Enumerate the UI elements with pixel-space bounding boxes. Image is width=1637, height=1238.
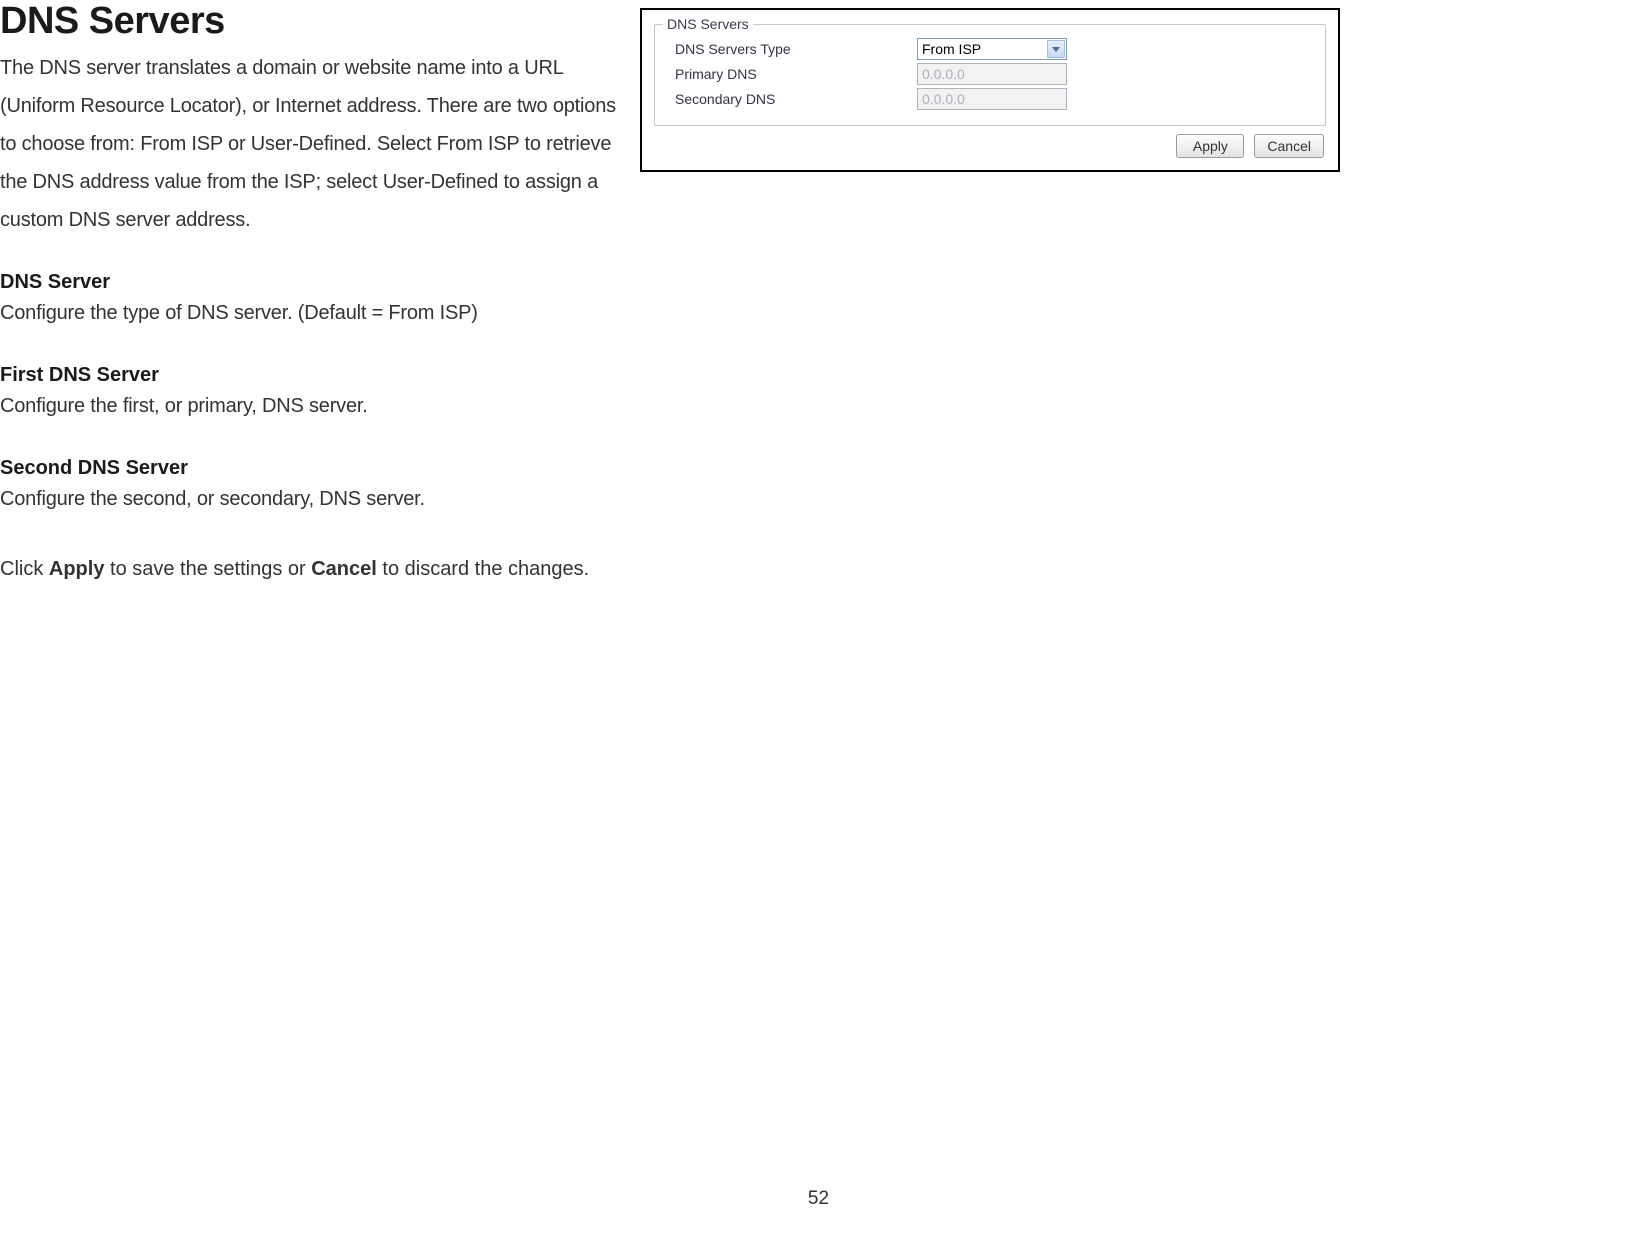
label-secondary-dns: Secondary DNS [667, 91, 917, 107]
section-heading-dns-server: DNS Server [0, 271, 620, 294]
section-body-second-dns: Configure the second, or secondary, DNS … [0, 480, 620, 518]
button-row: Apply Cancel [654, 134, 1326, 158]
footer-apply-word: Apply [49, 558, 105, 580]
footer-instruction: Click Apply to save the settings or Canc… [0, 550, 620, 588]
secondary-dns-input[interactable]: 0.0.0.0 [917, 88, 1067, 110]
intro-paragraph: The DNS server translates a domain or we… [0, 49, 620, 239]
section-heading-second-dns: Second DNS Server [0, 457, 620, 480]
fieldset-legend: DNS Servers [663, 16, 753, 32]
section-heading-first-dns: First DNS Server [0, 364, 620, 387]
dns-settings-panel: DNS Servers DNS Servers Type From ISP Pr… [640, 8, 1340, 172]
section-body-first-dns: Configure the first, or primary, DNS ser… [0, 387, 620, 425]
apply-button[interactable]: Apply [1176, 134, 1244, 158]
dns-servers-type-select[interactable]: From ISP [917, 38, 1067, 60]
footer-cancel-word: Cancel [311, 558, 377, 580]
secondary-dns-value: 0.0.0.0 [922, 91, 965, 107]
cancel-button[interactable]: Cancel [1254, 134, 1324, 158]
chevron-down-icon [1047, 40, 1065, 58]
label-primary-dns: Primary DNS [667, 66, 917, 82]
section-body-dns-server: Configure the type of DNS server. (Defau… [0, 294, 620, 332]
primary-dns-value: 0.0.0.0 [922, 66, 965, 82]
row-secondary-dns: Secondary DNS 0.0.0.0 [667, 88, 1313, 110]
dns-servers-fieldset: DNS Servers DNS Servers Type From ISP Pr… [654, 24, 1326, 126]
label-dns-servers-type: DNS Servers Type [667, 41, 917, 57]
footer-mid: to save the settings or [104, 558, 311, 580]
page-title: DNS Servers [0, 0, 620, 43]
row-dns-type: DNS Servers Type From ISP [667, 38, 1313, 60]
row-primary-dns: Primary DNS 0.0.0.0 [667, 63, 1313, 85]
page-number: 52 [808, 1188, 829, 1210]
dns-servers-type-value: From ISP [918, 41, 1046, 57]
footer-pre: Click [0, 558, 49, 580]
primary-dns-input[interactable]: 0.0.0.0 [917, 63, 1067, 85]
footer-post: to discard the changes. [377, 558, 589, 580]
